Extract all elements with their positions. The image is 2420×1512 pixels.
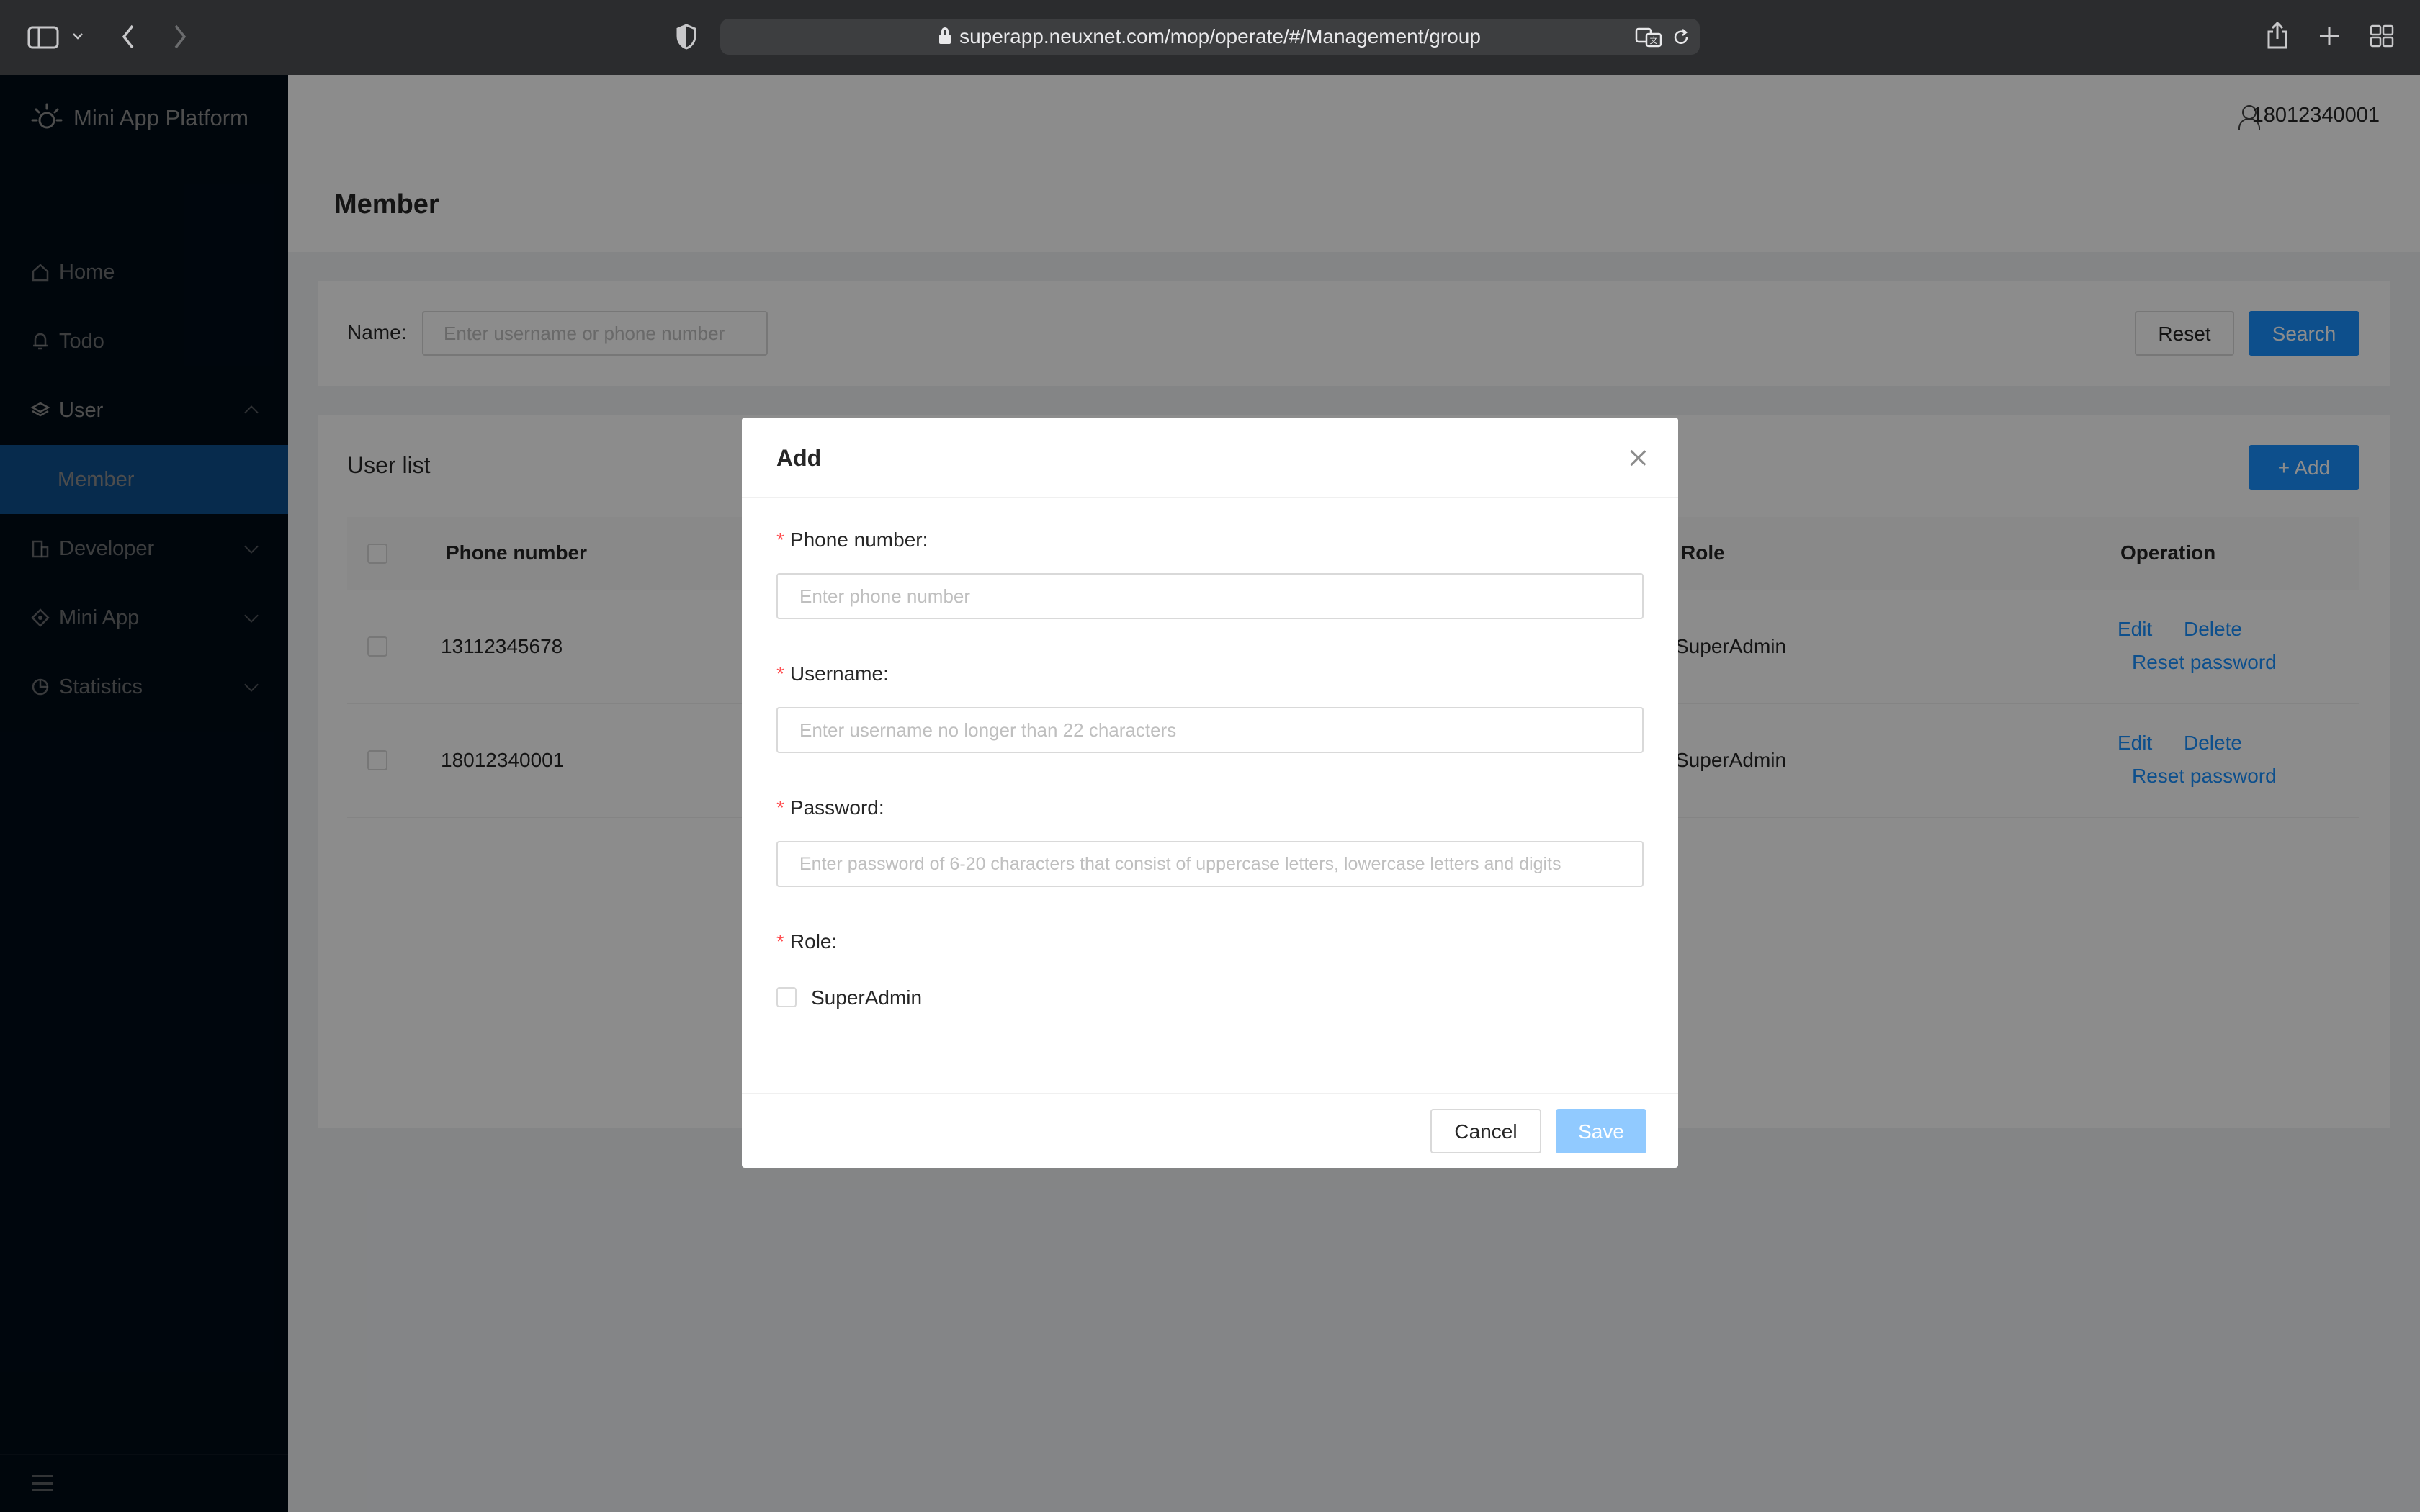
privacy-shield-icon[interactable]	[676, 23, 697, 50]
url-text: superapp.neuxnet.com/mop/operate/#/Manag…	[959, 25, 1481, 48]
address-bar[interactable]: superapp.neuxnet.com/mop/operate/#/Manag…	[720, 19, 1700, 55]
required-mark: *	[776, 796, 784, 819]
password-field-label: * Password:	[776, 796, 884, 819]
reload-icon[interactable]	[1671, 27, 1691, 48]
superadmin-role-checkbox[interactable]	[776, 987, 797, 1007]
translate-icon[interactable]: 文	[1635, 27, 1662, 48]
required-mark: *	[776, 662, 784, 685]
back-arrow-icon[interactable]	[120, 23, 137, 50]
tab-overview-icon[interactable]	[2370, 24, 2394, 48]
dialog-footer: Cancel Save	[742, 1093, 1678, 1168]
phone-field-label: * Phone number:	[776, 528, 928, 551]
svg-text:文: 文	[1650, 35, 1658, 45]
username-input[interactable]: Enter username no longer than 22 charact…	[776, 707, 1644, 753]
sidebar-toggle-icon[interactable]	[27, 26, 59, 49]
lock-icon	[939, 27, 951, 44]
save-button[interactable]: Save	[1556, 1109, 1646, 1153]
phone-number-input[interactable]: Enter phone number	[776, 573, 1644, 619]
password-input[interactable]: Enter password of 6-20 characters that c…	[776, 841, 1644, 887]
forward-arrow-icon[interactable]	[171, 23, 189, 50]
cancel-button[interactable]: Cancel	[1430, 1109, 1541, 1153]
required-mark: *	[776, 528, 784, 551]
close-icon[interactable]	[1629, 449, 1646, 467]
new-tab-icon[interactable]	[2318, 24, 2341, 48]
browser-toolbar: superapp.neuxnet.com/mop/operate/#/Manag…	[0, 0, 2420, 75]
required-mark: *	[776, 930, 784, 953]
share-icon[interactable]	[2266, 20, 2289, 50]
add-user-dialog: Add * Phone number: Enter phone number * U…	[742, 418, 1678, 1168]
dialog-header: Add	[742, 418, 1678, 498]
dialog-title: Add	[776, 445, 822, 471]
username-field-label: * Username:	[776, 662, 889, 685]
role-field-label: * Role:	[776, 930, 838, 953]
superadmin-role-label[interactable]: SuperAdmin	[811, 986, 922, 1009]
chevron-down-icon[interactable]	[72, 32, 84, 40]
